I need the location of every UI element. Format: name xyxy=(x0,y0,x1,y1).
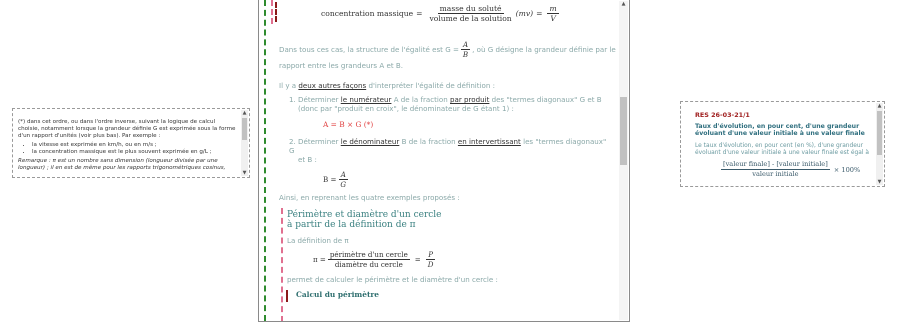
footnote-bullet: la concentration massique est le plus so… xyxy=(32,149,236,156)
scroll-thumb[interactable] xyxy=(877,111,882,155)
footnote-remark: Remarque : π est un nombre sans dimensio… xyxy=(18,158,226,171)
conc-label: concentration massique xyxy=(321,9,414,18)
footnote-intro: (*) dans cet ordre, ou dans l'ordre inve… xyxy=(18,119,236,139)
product-formula: A = B × G (*) xyxy=(323,120,374,129)
conc-fraction: masse du soluté volume de la solution xyxy=(429,4,512,23)
pink-margin-bar xyxy=(271,0,273,24)
resource-code: RES 26-03-21/1 xyxy=(695,111,750,119)
concentration-formula: concentration massique = masse du soluté… xyxy=(321,4,559,23)
document-scrollbar[interactable]: ▲ xyxy=(619,1,628,320)
deux-autres-facons-link[interactable]: deux autres façons xyxy=(298,81,366,90)
scroll-up-icon[interactable]: ▲ xyxy=(241,110,248,116)
conc-symbol: (mv) xyxy=(515,9,534,18)
red-margin-bar xyxy=(286,290,288,302)
b-formula: B = A G xyxy=(323,170,348,189)
footnote-list: la vitesse est exprimée en km/h, ou en m… xyxy=(18,142,236,156)
examples-paragraph: Ainsi, en reprenant les quatre exemples … xyxy=(279,193,460,202)
list-item: 2. Déterminer le dénominateur B de la fr… xyxy=(289,137,609,189)
structure-paragraph: Dans tous ces cas, la structure de l'éga… xyxy=(279,40,616,70)
intervertissant-link[interactable]: en intervertissant xyxy=(458,137,521,146)
resource-card[interactable]: RES 26-03-21/1 Taux d'évolution, en pour… xyxy=(680,101,885,187)
footnote-scrollbar[interactable]: ▲ ▼ xyxy=(241,110,248,176)
scroll-up-icon[interactable]: ▲ xyxy=(876,103,883,109)
scroll-up-icon[interactable]: ▲ xyxy=(619,1,628,7)
resource-text: Le taux d'évolution, en pour cent (en %)… xyxy=(695,142,869,157)
footnote-content: (*) dans cet ordre, ou dans l'ordre inve… xyxy=(18,119,236,172)
section-perimetre: Périmètre et diamètre d'un cercle à part… xyxy=(287,210,607,299)
list-item: 1. Déterminer le numérateur A de la frac… xyxy=(289,95,609,129)
conc-mv-fraction: m V xyxy=(547,4,559,23)
evolution-formula: [valeur finale] - [valeur initiale] vale… xyxy=(721,160,861,179)
scroll-down-icon[interactable]: ▼ xyxy=(876,179,883,185)
scroll-thumb[interactable] xyxy=(620,97,627,165)
section-title-line2: à partir de la définition de π xyxy=(287,220,416,230)
denominateur-link[interactable]: le dénominateur xyxy=(341,137,400,146)
interpretations-paragraph: Il y a deux autres façons d'interpréter … xyxy=(279,81,496,90)
pi-formula: π = périmètre d'un cercle diamètre du ce… xyxy=(313,250,435,269)
footnote-bullet: la vitesse est exprimée en km/h, ou en m… xyxy=(32,142,236,149)
resource-scrollbar[interactable]: ▲ ▼ xyxy=(876,103,883,185)
par-produit-link[interactable]: par produit xyxy=(450,95,489,104)
subsection-title: Calcul du périmètre xyxy=(296,290,379,299)
section-title: Périmètre et diamètre d'un cercle xyxy=(287,210,442,220)
red-margin-bar xyxy=(275,2,277,22)
ab-fraction: A B xyxy=(460,40,471,59)
resource-title: Taux d'évolution, en pour cent, d'une gr… xyxy=(695,123,865,138)
scroll-down-icon[interactable]: ▼ xyxy=(241,170,248,176)
numerateur-link[interactable]: le numérateur xyxy=(341,95,392,104)
scroll-thumb[interactable] xyxy=(242,118,247,140)
green-margin-line xyxy=(264,0,266,321)
footnote-panel[interactable]: (*) dans cet ordre, ou dans l'ordre inve… xyxy=(12,108,250,178)
document-panel[interactable]: concentration massique = masse du soluté… xyxy=(258,0,630,322)
calcul-paragraph: permet de calculer le périmètre et le di… xyxy=(287,275,498,284)
resource-content: RES 26-03-21/1 Taux d'évolution, en pour… xyxy=(695,111,871,179)
pink-margin-bar xyxy=(281,208,283,321)
definition-label: La définition de π xyxy=(287,236,349,245)
